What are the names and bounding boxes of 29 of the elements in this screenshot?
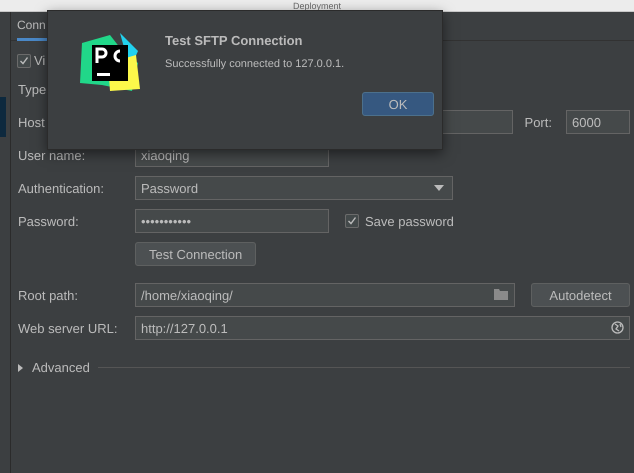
window-title: Deployment [292,0,342,10]
checkbox-label: Vi [34,53,46,68]
field-label: Port: [524,114,552,130]
dialog-message: Successfully connected to 127.0.0.1. [165,58,346,70]
collapsed-arrow-icon[interactable] [18,364,24,372]
field-label: Web server URL: [18,320,118,336]
field-label: User name: [18,148,86,162]
field-label: Type [18,82,48,96]
dialog-title: Test SFTP Connection [165,33,304,48]
port-field[interactable]: 6000 [566,110,630,134]
app-logo-icon [80,33,140,93]
dropdown-arrow-icon [434,185,444,191]
checkbox[interactable] [345,214,359,228]
checkbox-label: Save password [365,214,454,228]
authentication-dropdown[interactable]: Password [135,176,453,200]
globe-icon[interactable] [611,321,624,334]
field-label: Password: [18,214,80,228]
test-connection-button[interactable]: Test Connection [135,242,256,266]
root-path-field[interactable]: /home/xiaoqing/ [135,283,515,307]
field-label: Root path: [18,288,79,302]
password-field[interactable]: ••••••••••• [135,209,329,233]
web-server-url-field[interactable]: http://127.0.0.1 [135,316,630,340]
field-label: Host [18,114,46,130]
section-title[interactable]: Advanced [32,360,90,375]
folder-icon[interactable] [494,288,509,300]
ok-button[interactable]: OK [362,92,434,116]
checkbox[interactable] [17,54,31,68]
autodetect-button[interactable]: Autodetect [531,283,630,307]
field-label: Authentication: [18,180,106,196]
